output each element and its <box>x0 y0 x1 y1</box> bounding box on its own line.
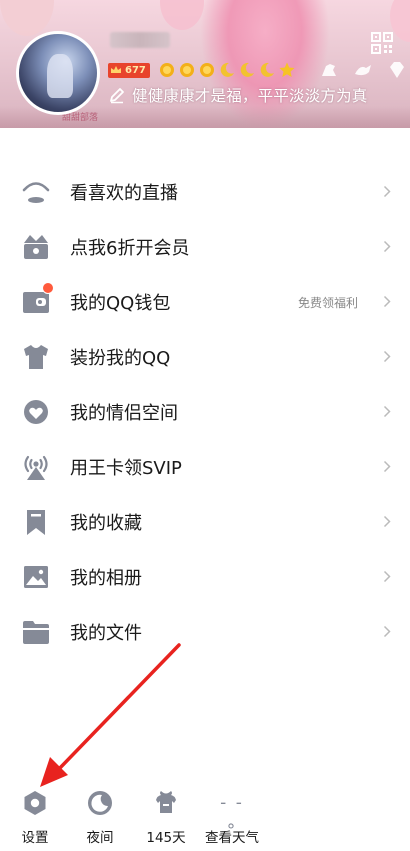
balloon-decoration <box>160 0 204 30</box>
weather-button[interactable]: - -° 查看天气 <box>197 783 267 851</box>
bottom-toolbar: 设置 夜间 145天 - -° 查看天气 <box>0 783 410 851</box>
crown-icon <box>111 66 121 73</box>
crown-box-icon <box>24 235 48 259</box>
bottom-item-label: 设置 <box>21 830 49 846</box>
moon-level-icon <box>260 62 274 77</box>
chevron-right-icon <box>383 350 391 363</box>
folder-icon <box>23 621 49 644</box>
menu-item-favorites[interactable]: 我的收藏 <box>0 494 410 549</box>
menu-item-king-card[interactable]: 用王卡领SVIP <box>0 439 410 494</box>
menu-item-label: 我的收藏 <box>70 513 142 534</box>
menu-item-label: 我的QQ钱包 <box>70 293 171 314</box>
menu-item-album[interactable]: 我的相册 <box>0 549 410 604</box>
couple-heart-icon <box>24 400 48 424</box>
dress-streak-button[interactable]: 145天 <box>131 783 201 851</box>
settings-hexagon-icon <box>24 791 46 815</box>
menu-item-files[interactable]: 我的文件 <box>0 604 410 659</box>
menu-item-label: 点我6折开会员 <box>70 238 190 259</box>
sun-level-icon <box>199 63 214 77</box>
menu-item-label: 我的情侣空间 <box>70 403 178 424</box>
menu-item-label: 装扮我的QQ <box>70 348 171 369</box>
moon-level-icon <box>240 62 254 77</box>
sun-level-icon <box>159 63 174 77</box>
balloon-decoration <box>390 0 410 42</box>
drawer-menu: 看喜欢的直播 点我6折开会员 我的QQ钱包 免费领福利 装扮我的QQ 我的情侣空… <box>0 164 410 659</box>
moon-level-icon <box>220 62 234 77</box>
menu-item-label: 我的文件 <box>70 623 142 644</box>
chevron-right-icon <box>383 295 391 308</box>
vip-level-number: 677 <box>125 64 146 76</box>
qr-code-icon[interactable] <box>371 32 393 54</box>
chevron-right-icon <box>383 570 391 583</box>
shirt-icon <box>24 345 48 369</box>
chevron-right-icon <box>383 625 391 638</box>
menu-item-live[interactable]: 看喜欢的直播 <box>0 164 410 219</box>
dress-streak-icon <box>156 791 176 813</box>
signature-row[interactable]: 健健康康才是福，平平淡淡方为真 <box>108 84 368 106</box>
qq-level-icons[interactable] <box>158 61 298 79</box>
menu-item-label: 用王卡领SVIP <box>70 458 182 479</box>
balloon-decoration <box>0 0 54 36</box>
chevron-right-icon <box>383 240 391 253</box>
diamond-badge-icon[interactable] <box>386 60 408 80</box>
weather-icon: - -° <box>220 793 244 841</box>
night-mode-button[interactable]: 夜间 <box>65 783 135 851</box>
moon-icon <box>88 791 112 815</box>
avatar[interactable] <box>16 31 100 115</box>
chevron-right-icon <box>383 185 391 198</box>
star-level-icon <box>279 62 295 77</box>
bookmark-icon <box>27 510 45 535</box>
menu-item-vip-discount[interactable]: 点我6折开会员 <box>0 219 410 274</box>
photo-album-icon <box>24 566 48 588</box>
chevron-right-icon <box>383 515 391 528</box>
dragon-badge-icon[interactable] <box>352 60 374 80</box>
signal-tower-icon <box>24 455 48 480</box>
profile-header[interactable]: 甜甜部落 677 健健康康才是福，平平淡淡方为真 <box>0 0 410 128</box>
edit-pencil-icon <box>110 88 124 104</box>
menu-item-label: 看喜欢的直播 <box>70 183 178 204</box>
badges-row: 677 <box>108 60 410 80</box>
menu-item-dress-up[interactable]: 装扮我的QQ <box>0 329 410 384</box>
horse-badge-icon[interactable] <box>318 60 340 80</box>
live-icon <box>22 182 50 203</box>
nickname-blurred[interactable] <box>110 32 170 48</box>
wallet-promo-hint: 免费领福利 <box>297 296 358 310</box>
bottom-item-label: 夜间 <box>86 830 114 846</box>
menu-item-wallet[interactable]: 我的QQ钱包 免费领福利 <box>0 274 410 329</box>
menu-item-label: 我的相册 <box>70 568 142 589</box>
bottom-item-label: 查看天气 <box>205 830 259 846</box>
menu-item-couple-space[interactable]: 我的情侣空间 <box>0 384 410 439</box>
vip-level-badge[interactable]: 677 <box>108 62 150 78</box>
signature-text: 健健康康才是福，平平淡淡方为真 <box>132 87 368 105</box>
wallet-notification-dot <box>42 282 54 294</box>
bottom-item-label: 145天 <box>146 830 186 846</box>
chevron-right-icon <box>383 405 391 418</box>
settings-button[interactable]: 设置 <box>0 783 70 851</box>
chevron-right-icon <box>383 460 391 473</box>
sun-level-icon <box>179 63 194 77</box>
extra-badge-icons <box>318 60 410 80</box>
